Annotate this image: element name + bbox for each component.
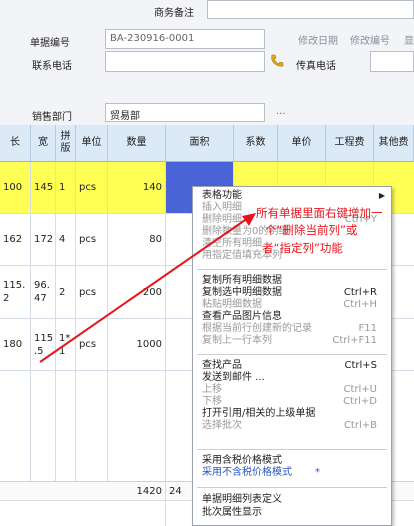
- annotation-arrow-icon: [39, 213, 256, 363]
